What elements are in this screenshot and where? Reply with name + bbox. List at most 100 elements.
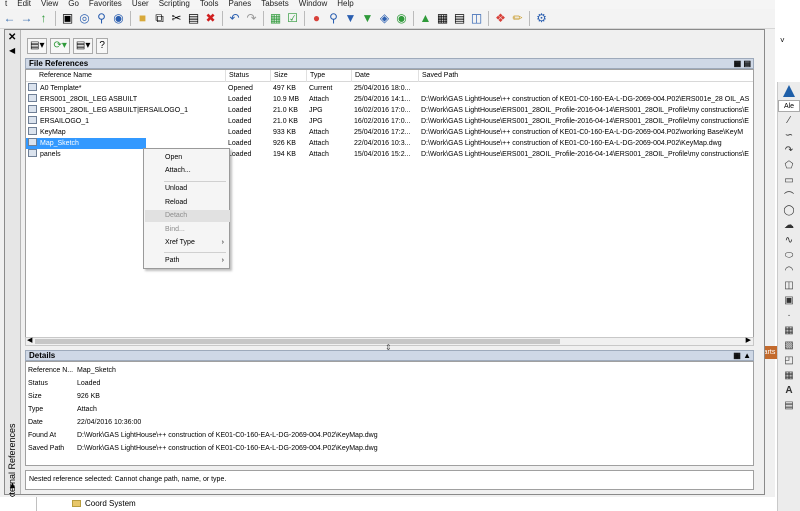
row-type: Attach: [309, 140, 329, 147]
chevron-down-icon[interactable]: ˅: [780, 36, 785, 45]
menu-item-path[interactable]: Path ›: [145, 255, 230, 267]
menu-go[interactable]: Go: [63, 0, 84, 8]
search-icon[interactable]: ⚲: [94, 11, 109, 26]
target-alt-icon[interactable]: ◉: [111, 11, 126, 26]
gear-icon[interactable]: ⚙: [534, 11, 549, 26]
menu-favorites[interactable]: Favorites: [84, 0, 127, 8]
details-toggle-icons[interactable]: ▦ ▲: [733, 351, 751, 360]
help-button[interactable]: ?: [96, 37, 108, 54]
puzzle-icon[interactable]: ❖: [493, 11, 508, 26]
find-icon[interactable]: ⚲: [326, 11, 341, 26]
line-tool-icon[interactable]: ∕: [780, 113, 798, 127]
scroll-thumb[interactable]: [35, 339, 560, 344]
ellipse-arc-tool-icon[interactable]: ◠: [780, 263, 798, 277]
folder-icon[interactable]: ■: [135, 11, 150, 26]
table-row[interactable]: panels Loaded 194 KB Attach 15/04/2016 1…: [26, 149, 753, 160]
col-type[interactable]: Type: [307, 70, 352, 82]
menu-help[interactable]: Help: [332, 0, 358, 8]
monitor-icon[interactable]: ▣: [60, 11, 75, 26]
table-row[interactable]: KeyMap Loaded 933 KB Attach 25/04/2016 1…: [26, 127, 753, 138]
menu-tools[interactable]: Tools: [195, 0, 224, 8]
rectangle-tool-icon[interactable]: ▭: [780, 173, 798, 187]
menu-item-reload[interactable]: Reload: [145, 197, 230, 209]
filter-green-icon[interactable]: ▼: [360, 11, 375, 26]
delete-icon[interactable]: ✖: [203, 11, 218, 26]
menu-item-attach[interactable]: Attach...: [145, 165, 230, 177]
menu-scripting[interactable]: Scripting: [154, 0, 195, 8]
attach-dwg-button[interactable]: ▤▾: [27, 37, 48, 54]
menu-item-xref-type[interactable]: Xref Type ›: [145, 237, 230, 249]
paste-icon[interactable]: ▤: [186, 11, 201, 26]
table-row[interactable]: A0 Template* Opened 497 KB Current 25/04…: [26, 83, 753, 94]
text-tool-icon[interactable]: A: [780, 383, 798, 397]
scroll-left-icon[interactable]: ◀: [27, 336, 32, 344]
table-row[interactable]: ERS001_28OIL_LEG ASBUILT|ERSAILOGO_1 Loa…: [26, 105, 753, 116]
ok-icon[interactable]: ◉: [394, 11, 409, 26]
insert-block-icon[interactable]: ◫: [780, 278, 798, 292]
checkbox-icon[interactable]: ☑: [285, 11, 300, 26]
forward-arrow-icon[interactable]: →: [19, 11, 34, 26]
color-wheel-icon[interactable]: ●: [309, 11, 324, 26]
point-tool-icon[interactable]: ·: [780, 308, 798, 322]
view-toggle-icons[interactable]: ▦ ▤: [734, 59, 751, 68]
circle-tool-icon[interactable]: ◯: [780, 203, 798, 217]
arc-tool-icon[interactable]: ↷: [780, 143, 798, 157]
revcloud-tool-icon[interactable]: ☁: [780, 218, 798, 232]
back-arrow-icon[interactable]: ←: [2, 11, 17, 26]
table-row[interactable]: ERSAILOGO_1 Loaded 21.0 KB JPG 16/02/201…: [26, 116, 753, 127]
copy-icon[interactable]: ⧉: [152, 11, 167, 26]
tree-icon[interactable]: ▲: [418, 11, 433, 26]
menu-tabsets[interactable]: Tabsets: [256, 0, 294, 8]
spline-tool-icon[interactable]: ∿: [780, 233, 798, 247]
cut-icon[interactable]: ✂: [169, 11, 184, 26]
table-tool-icon[interactable]: ▦: [780, 368, 798, 382]
curve-tool-icon[interactable]: ⌒: [780, 188, 798, 203]
col-reference-name[interactable]: Reference Name: [26, 70, 226, 82]
col-status[interactable]: Status: [226, 70, 271, 82]
menu-file[interactable]: t: [0, 0, 12, 8]
polyline-tool-icon[interactable]: ∽: [780, 128, 798, 142]
add-selected-icon[interactable]: ▤: [780, 398, 798, 412]
table-row-selected[interactable]: Map_Sketch Loaded 926 KB Attach 22/04/20…: [26, 138, 753, 149]
redo-icon[interactable]: ↷: [244, 11, 259, 26]
menu-view[interactable]: View: [36, 0, 63, 8]
undo-icon[interactable]: ↶: [227, 11, 242, 26]
col-date[interactable]: Date: [352, 70, 419, 82]
pin-icon[interactable]: ▲: [8, 480, 17, 490]
row-path: D:\Work\GAS LightHouse\++ construction o…: [421, 129, 744, 136]
tree-item-label[interactable]: Coord System: [85, 497, 136, 511]
ellipse-tool-icon[interactable]: ⬭: [780, 248, 798, 262]
make-block-icon[interactable]: ▣: [780, 293, 798, 307]
hatch-tool-icon[interactable]: ▦: [780, 323, 798, 337]
brush-icon[interactable]: ✏: [510, 11, 525, 26]
up-arrow-icon[interactable]: ↑: [36, 11, 51, 26]
menu-item-open[interactable]: Open: [145, 152, 230, 164]
close-icon[interactable]: ✕: [8, 32, 16, 43]
filter-icon[interactable]: ▼: [343, 11, 358, 26]
refresh-button[interactable]: ⟳▾: [50, 37, 70, 54]
tab-label[interactable]: Ale: [778, 100, 800, 112]
menu-item-bind[interactable]: Bind...: [145, 224, 230, 236]
col-size[interactable]: Size: [271, 70, 307, 82]
properties-arrow-icon[interactable]: ◀: [9, 46, 15, 55]
toolbar-divider: [222, 11, 223, 26]
tree-view-icon[interactable]: ▦: [268, 11, 283, 26]
scroll-right-icon[interactable]: ▶: [746, 336, 751, 344]
menu-user[interactable]: User: [127, 0, 154, 8]
menu-panes[interactable]: Panes: [224, 0, 257, 8]
columns-icon[interactable]: ◫: [469, 11, 484, 26]
change-path-button[interactable]: ▤▾: [72, 37, 94, 54]
menu-item-detach[interactable]: Detach: [145, 210, 230, 222]
menu-window[interactable]: Window: [294, 0, 332, 8]
menu-item-unload[interactable]: Unload: [145, 183, 230, 195]
grid-icon[interactable]: ▦: [435, 11, 450, 26]
region-tool-icon[interactable]: ◰: [780, 353, 798, 367]
target-icon[interactable]: ◎: [77, 11, 92, 26]
menu-edit[interactable]: Edit: [12, 0, 36, 8]
polygon-tool-icon[interactable]: ⬠: [780, 158, 798, 172]
layout-icon[interactable]: ▤: [452, 11, 467, 26]
col-saved-path[interactable]: Saved Path: [419, 70, 753, 82]
gradient-tool-icon[interactable]: ▧: [780, 338, 798, 352]
ghost-icon[interactable]: ◈: [377, 11, 392, 26]
table-row[interactable]: ERS001_28OIL_LEG ASBUILT Loaded 10.9 MB …: [26, 94, 753, 105]
